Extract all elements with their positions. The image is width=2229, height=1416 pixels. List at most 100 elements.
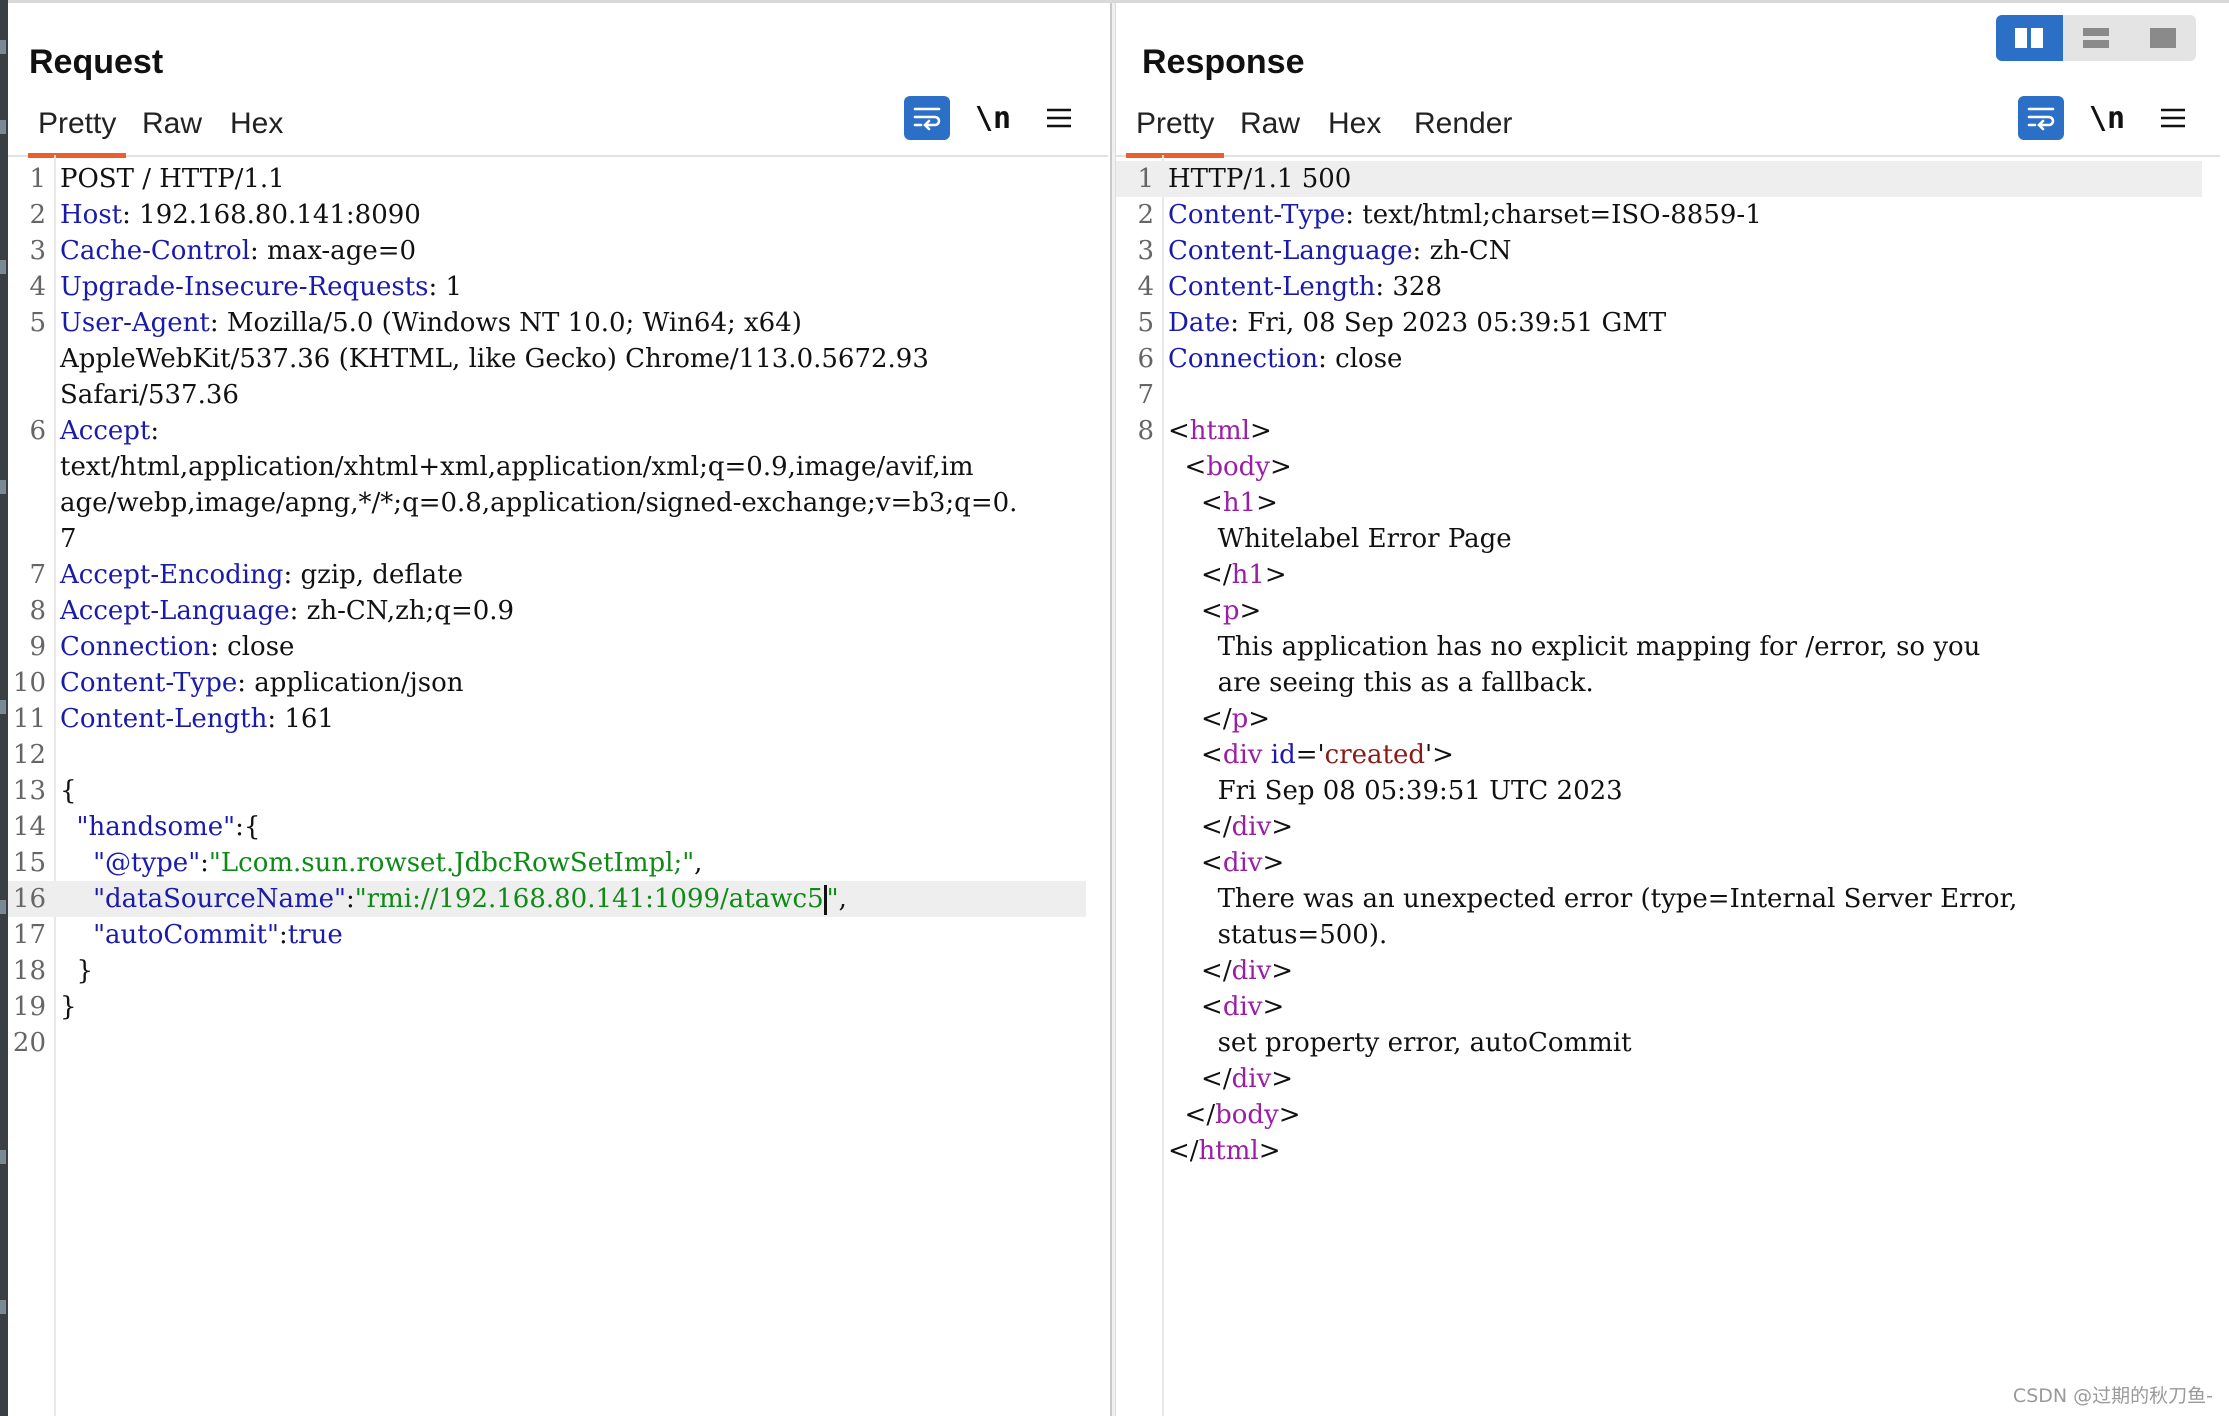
line-code: Whitelabel Error Page bbox=[1168, 521, 1512, 557]
code-line[interactable]: 7 bbox=[8, 521, 1086, 557]
code-line[interactable]: 13 { bbox=[8, 773, 1086, 809]
response-tab-raw[interactable]: Raw bbox=[1230, 107, 1310, 153]
line-code: <div id='created'> bbox=[1168, 737, 1454, 773]
code-line[interactable]: 14 "handsome":{ bbox=[8, 809, 1086, 845]
line-code: HTTP/1.1 500 bbox=[1168, 161, 1351, 197]
code-line[interactable]: Safari/537.36 bbox=[8, 377, 1086, 413]
code-line[interactable]: 11 Content-Length: 161 bbox=[8, 701, 1086, 737]
code-line[interactable]: <div> bbox=[1116, 845, 2202, 881]
code-line[interactable]: </div> bbox=[1116, 953, 2202, 989]
stacked-icon[interactable] bbox=[2063, 15, 2130, 61]
code-line[interactable]: 17 "autoCommit":true bbox=[8, 917, 1086, 953]
line-code: Accept: bbox=[60, 413, 159, 449]
code-token: set property error, autoCommit bbox=[1168, 1028, 1632, 1058]
menu-icon[interactable] bbox=[2150, 96, 2196, 140]
code-line[interactable]: </div> bbox=[1116, 809, 2202, 845]
code-token: h1 bbox=[1231, 560, 1265, 590]
code-line[interactable]: </p> bbox=[1116, 701, 2202, 737]
response-editor[interactable]: 1 HTTP/1.1 500 2 Content-Type: text/html;ch… bbox=[1116, 161, 2202, 1169]
code-line[interactable]: age/webp,image/apng,*/*;q=0.8,applicatio… bbox=[8, 485, 1086, 521]
code-line[interactable]: <div id='created'> bbox=[1116, 737, 2202, 773]
code-token: : close bbox=[1318, 344, 1403, 374]
code-line[interactable]: 16 "dataSourceName":"rmi://192.168.80.14… bbox=[8, 881, 1086, 917]
request-tab-hex[interactable]: Hex bbox=[220, 107, 293, 153]
code-token: : Mozilla/5.0 (Windows NT 10.0; Win64; x… bbox=[209, 308, 802, 338]
newline-toggle-icon[interactable]: \n bbox=[2084, 96, 2130, 140]
code-line[interactable]: <body> bbox=[1116, 449, 2202, 485]
code-token: : 161 bbox=[267, 704, 334, 734]
code-line[interactable]: <h1> bbox=[1116, 485, 2202, 521]
code-line[interactable]: 9 Connection: close bbox=[8, 629, 1086, 665]
response-tab-render[interactable]: Render bbox=[1404, 107, 1522, 153]
code-line[interactable]: There was an unexpected error (type=Inte… bbox=[1116, 881, 2202, 917]
code-line[interactable]: 8 Accept-Language: zh-CN,zh;q=0.9 bbox=[8, 593, 1086, 629]
code-token: : max-age=0 bbox=[250, 236, 417, 266]
code-token: "@type" bbox=[93, 848, 201, 878]
code-token: User-Agent bbox=[60, 308, 210, 338]
menu-icon[interactable] bbox=[1036, 96, 1082, 140]
code-line[interactable]: 5 Date: Fri, 08 Sep 2023 05:39:51 GMT bbox=[1116, 305, 2202, 341]
code-line[interactable]: 19} bbox=[8, 989, 1086, 1025]
code-line[interactable]: 8 <html> bbox=[1116, 413, 2202, 449]
request-editor[interactable]: 1 POST / HTTP/1.1 2 Host: 192.168.80.141:80… bbox=[8, 161, 1086, 1061]
code-line[interactable]: 4 Upgrade-Insecure-Requests: 1 bbox=[8, 269, 1086, 305]
code-line[interactable]: <p> bbox=[1116, 593, 2202, 629]
request-tab-pretty[interactable]: Pretty bbox=[28, 107, 127, 158]
code-line[interactable]: 3 Cache-Control: max-age=0 bbox=[8, 233, 1086, 269]
code-token: html bbox=[1189, 416, 1250, 446]
code-line[interactable]: are seeing this as a fallback. bbox=[1116, 665, 2202, 701]
code-line[interactable]: 1 POST / HTTP/1.1 bbox=[8, 161, 1086, 197]
code-line[interactable]: set property error, autoCommit bbox=[1116, 1025, 2202, 1061]
code-line[interactable]: 2 Content-Type: text/html;charset=ISO-885… bbox=[1116, 197, 2202, 233]
wrap-lines-icon[interactable] bbox=[904, 96, 950, 140]
wrap-lines-icon[interactable] bbox=[2018, 96, 2064, 140]
code-line[interactable]: Whitelabel Error Page bbox=[1116, 521, 2202, 557]
code-line[interactable]: AppleWebKit/537.36 (KHTML, like Gecko) C… bbox=[8, 341, 1086, 377]
code-line[interactable]: 6 Accept: bbox=[8, 413, 1086, 449]
code-line[interactable]: </body> bbox=[1116, 1097, 2202, 1133]
code-line[interactable]: <div> bbox=[1116, 989, 2202, 1025]
code-line[interactable]: status=500). bbox=[1116, 917, 2202, 953]
code-line[interactable]: 2 Host: 192.168.80.141:8090 bbox=[8, 197, 1086, 233]
code-token: AppleWebKit/537.36 (KHTML, like Gecko) C… bbox=[60, 344, 929, 374]
code-token: Safari/537.36 bbox=[60, 380, 239, 410]
line-number: 6 bbox=[29, 416, 46, 446]
code-token: body bbox=[1206, 452, 1270, 482]
code-token: > bbox=[1256, 488, 1278, 518]
line-code: </p> bbox=[1168, 701, 1270, 737]
code-line[interactable]: 10 Content-Type: application/json bbox=[8, 665, 1086, 701]
code-line[interactable]: </html> bbox=[1116, 1133, 2202, 1169]
side-by-side-icon[interactable] bbox=[1996, 15, 2063, 61]
code-token: are seeing this as a fallback. bbox=[1168, 668, 1594, 698]
code-token: </ bbox=[1168, 704, 1232, 734]
code-line[interactable]: </div> bbox=[1116, 1061, 2202, 1097]
code-line[interactable]: text/html,application/xhtml+xml,applicat… bbox=[8, 449, 1086, 485]
code-token: Date bbox=[1168, 308, 1231, 338]
tabs-icon[interactable] bbox=[2129, 15, 2196, 61]
code-line[interactable]: 1 HTTP/1.1 500 bbox=[1116, 161, 2202, 197]
code-line[interactable]: 15 "@type":"Lcom.sun.rowset.JdbcRowSetIm… bbox=[8, 845, 1086, 881]
code-token: =' bbox=[1295, 740, 1325, 770]
code-token: "dataSourceName" bbox=[93, 884, 346, 914]
code-line[interactable]: 4 Content-Length: 328 bbox=[1116, 269, 2202, 305]
line-code: POST / HTTP/1.1 bbox=[60, 161, 285, 197]
code-token: > bbox=[1262, 848, 1285, 878]
code-line[interactable]: </h1> bbox=[1116, 557, 2202, 593]
response-tab-pretty[interactable]: Pretty bbox=[1126, 107, 1225, 158]
code-token: > bbox=[1271, 812, 1294, 842]
code-line[interactable]: 6 Connection: close bbox=[1116, 341, 2202, 377]
newline-toggle-icon[interactable]: \n bbox=[970, 96, 1016, 140]
code-line[interactable]: 5 User-Agent: Mozilla/5.0 (Windows NT 10.… bbox=[8, 305, 1086, 341]
code-line[interactable]: 7 Accept-Encoding: gzip, deflate bbox=[8, 557, 1086, 593]
code-line[interactable]: 18 } bbox=[8, 953, 1086, 989]
code-line[interactable]: 7 bbox=[1116, 377, 2202, 413]
request-tab-raw[interactable]: Raw bbox=[132, 107, 212, 153]
response-tab-hex[interactable]: Hex bbox=[1318, 107, 1391, 153]
code-line[interactable]: This application has no explicit mapping… bbox=[1116, 629, 2202, 665]
code-line[interactable]: 20 bbox=[8, 1025, 1086, 1061]
code-line[interactable]: Fri Sep 08 05:39:51 UTC 2023 bbox=[1116, 773, 2202, 809]
code-token: : zh-CN,zh;q=0.9 bbox=[289, 596, 515, 626]
line-code: Content-Length: 161 bbox=[60, 701, 334, 737]
code-line[interactable]: 3 Content-Language: zh-CN bbox=[1116, 233, 2202, 269]
code-line[interactable]: 12 bbox=[8, 737, 1086, 773]
